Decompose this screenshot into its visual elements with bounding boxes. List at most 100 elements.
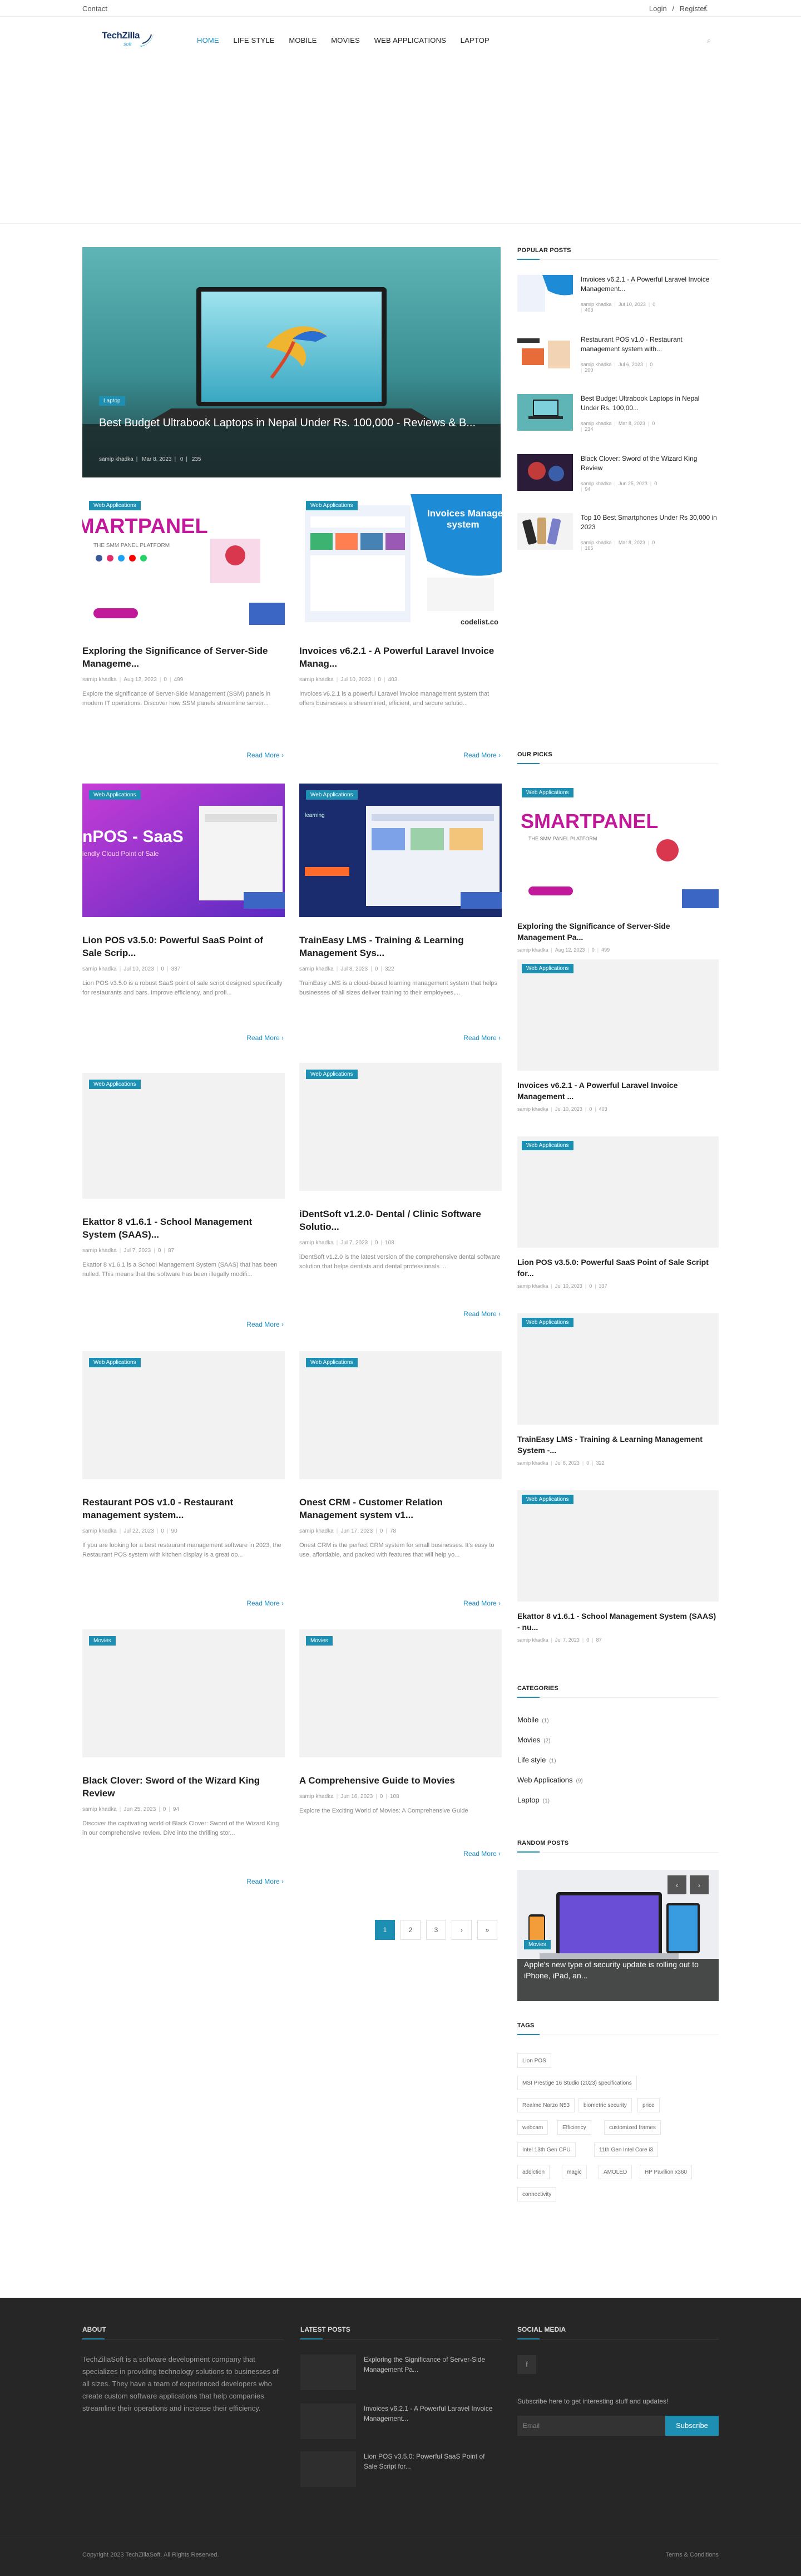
pick-thumbnail[interactable]: Web Applications (517, 1136, 719, 1248)
pick-title[interactable]: Invoices v6.2.1 - A Powerful Laravel Inv… (517, 1080, 719, 1102)
read-more-link[interactable]: Read More › (246, 1878, 284, 1885)
nav-life-style[interactable]: LIFE STYLE (233, 36, 274, 45)
popular-item[interactable]: Restaurant POS v1.0 - Restaurant managem… (517, 335, 719, 388)
post-thumbnail[interactable]: Movies (299, 1629, 502, 1757)
pick-category-badge[interactable]: Web Applications (522, 1318, 573, 1327)
post-category-badge[interactable]: Movies (89, 1636, 116, 1646)
nav-mobile[interactable]: MOBILE (289, 36, 317, 45)
post-thumbnail[interactable]: Web Applications (82, 1073, 285, 1199)
popular-title[interactable]: Top 10 Best Smartphones Under Rs 30,000 … (581, 513, 719, 532)
site-logo[interactable]: TechZilla soft (100, 29, 167, 57)
tag-item[interactable]: AMOLED (599, 2165, 632, 2179)
post-title[interactable]: Exploring the Significance of Server-Sid… (82, 644, 285, 670)
popular-thumbnail[interactable] (517, 513, 573, 550)
post-title[interactable]: TrainEasy LMS - Training & Learning Mana… (299, 934, 502, 959)
footer-latest-title[interactable]: Lion POS v3.5.0: Powerful SaaS Point of … (364, 2451, 497, 2471)
post-category-badge[interactable]: Web Applications (89, 1358, 141, 1367)
category-mobile[interactable]: Mobile (1) (517, 1716, 549, 1724)
post-thumbnail[interactable]: nPOS - SaaS iendly Cloud Point of Sale W… (82, 784, 285, 917)
post-title[interactable]: A Comprehensive Guide to Movies (299, 1774, 502, 1787)
tag-item[interactable]: Lion POS (517, 2053, 551, 2068)
popular-title[interactable]: Best Budget Ultrabook Laptops in Nepal U… (581, 394, 719, 413)
tag-item[interactable]: price (637, 2098, 660, 2112)
pick-category-badge[interactable]: Web Applications (522, 1141, 573, 1150)
read-more-link[interactable]: Read More › (246, 1321, 284, 1328)
next-page-button[interactable]: › (452, 1920, 472, 1940)
footer-latest-thumbnail[interactable] (300, 2451, 356, 2487)
category-laptop[interactable]: Laptop (1) (517, 1796, 550, 1804)
chevron-left-icon[interactable]: ‹ (668, 1875, 686, 1894)
random-post-slide[interactable]: ‹ › Movies Apple's new type of security … (517, 1870, 719, 2001)
popular-title[interactable]: Black Clover: Sword of the Wizard King R… (581, 454, 719, 473)
popular-thumbnail[interactable] (517, 335, 573, 372)
popular-title[interactable]: Restaurant POS v1.0 - Restaurant managem… (581, 335, 719, 354)
pick-title[interactable]: Exploring the Significance of Server-Sid… (517, 920, 719, 943)
tag-item[interactable]: webcam (517, 2120, 548, 2135)
facebook-icon[interactable]: f (517, 2355, 536, 2374)
read-more-link[interactable]: Read More › (246, 1599, 284, 1607)
post-thumbnail[interactable]: Invoices Manage system codelist.co Web A… (299, 494, 502, 628)
post-category-badge[interactable]: Web Applications (89, 1080, 141, 1089)
tag-item[interactable]: Efficiency (557, 2120, 591, 2135)
nav-home[interactable]: HOME (197, 36, 219, 45)
post-thumbnail[interactable]: Web Applications (82, 1351, 285, 1479)
post-category-badge[interactable]: Web Applications (89, 501, 141, 510)
footer-latest-item[interactable]: Lion POS v3.5.0: Powerful SaaS Point of … (300, 2451, 506, 2487)
terms-link[interactable]: Terms & Conditions (666, 2552, 719, 2558)
post-title[interactable]: Lion POS v3.5.0: Powerful SaaS Point of … (82, 934, 285, 959)
post-title[interactable]: Black Clover: Sword of the Wizard King R… (82, 1774, 285, 1800)
post-thumbnail[interactable]: Web Applications (299, 1063, 502, 1191)
read-more-link[interactable]: Read More › (463, 1850, 501, 1858)
tag-item[interactable]: Realme Narzo N53 (517, 2098, 575, 2112)
popular-item[interactable]: Top 10 Best Smartphones Under Rs 30,000 … (517, 513, 719, 567)
popular-thumbnail[interactable] (517, 454, 573, 491)
post-category-badge[interactable]: Movies (306, 1636, 333, 1646)
post-category-badge[interactable]: Web Applications (306, 790, 358, 800)
post-category-badge[interactable]: Web Applications (306, 1358, 358, 1367)
pick-thumbnail[interactable]: Web Applications (517, 959, 719, 1071)
category-web-applications[interactable]: Web Applications (9) (517, 1776, 583, 1784)
page-3-button[interactable]: 3 (426, 1920, 446, 1940)
nav-web-applications[interactable]: WEB APPLICATIONS (374, 36, 446, 45)
footer-latest-thumbnail[interactable] (300, 2403, 356, 2439)
post-title[interactable]: Invoices v6.2.1 - A Powerful Laravel Inv… (299, 644, 502, 670)
post-title[interactable]: Ekattor 8 v1.6.1 - School Management Sys… (82, 1215, 285, 1241)
email-field[interactable]: Email (517, 2416, 665, 2436)
footer-latest-thumbnail[interactable] (300, 2355, 356, 2390)
chevron-right-icon[interactable]: › (690, 1875, 709, 1894)
register-link[interactable]: Register (680, 4, 706, 13)
read-more-link[interactable]: Read More › (246, 1034, 284, 1042)
tag-item[interactable]: biometric security (578, 2098, 632, 2112)
popular-item[interactable]: Black Clover: Sword of the Wizard King R… (517, 454, 719, 508)
post-category-badge[interactable]: Web Applications (89, 790, 141, 800)
contact-link[interactable]: Contact (82, 4, 107, 13)
pick-thumbnail[interactable]: SMARTPANEL THE SMM PANEL PLATFORM Web Ap… (517, 784, 719, 912)
footer-latest-item[interactable]: Exploring the Significance of Server-Sid… (300, 2355, 506, 2390)
read-more-link[interactable]: Read More › (463, 1034, 501, 1042)
footer-latest-title[interactable]: Invoices v6.2.1 - A Powerful Laravel Inv… (364, 2403, 497, 2424)
read-more-link[interactable]: Read More › (463, 1599, 501, 1607)
page-1-button[interactable]: 1 (375, 1920, 395, 1940)
featured-post[interactable]: Laptop Best Budget Ultrabook Laptops in … (82, 247, 501, 477)
footer-latest-title[interactable]: Exploring the Significance of Server-Sid… (364, 2355, 497, 2375)
tag-item[interactable]: addiction (517, 2165, 550, 2179)
pick-title[interactable]: Lion POS v3.5.0: Powerful SaaS Point of … (517, 1257, 719, 1279)
category-movies[interactable]: Movies (2) (517, 1736, 550, 1744)
popular-thumbnail[interactable] (517, 394, 573, 431)
login-link[interactable]: Login (649, 4, 667, 13)
pick-category-badge[interactable]: Web Applications (522, 964, 573, 973)
post-title[interactable]: iDentSoft v1.2.0- Dental / Clinic Softwa… (299, 1208, 502, 1233)
footer-latest-item[interactable]: Invoices v6.2.1 - A Powerful Laravel Inv… (300, 2403, 506, 2439)
pick-thumbnail[interactable]: Web Applications (517, 1490, 719, 1602)
post-thumbnail[interactable]: learning Web Applications (299, 784, 502, 917)
post-title[interactable]: Restaurant POS v1.0 - Restaurant managem… (82, 1496, 285, 1521)
tag-item[interactable]: 11th Gen Intel Core i3 (594, 2142, 659, 2157)
post-thumbnail[interactable]: MARTPANEL THE SMM PANEL PLATFORM Web App… (82, 494, 285, 628)
read-more-link[interactable]: Read More › (463, 751, 501, 759)
tag-item[interactable]: customized frames (604, 2120, 661, 2135)
pick-title[interactable]: TrainEasy LMS - Training & Learning Mana… (517, 1434, 719, 1456)
last-page-button[interactable]: » (477, 1920, 497, 1940)
post-category-badge[interactable]: Web Applications (306, 501, 358, 510)
post-category-badge[interactable]: Web Applications (306, 1070, 358, 1079)
pick-thumbnail[interactable]: Web Applications (517, 1313, 719, 1425)
